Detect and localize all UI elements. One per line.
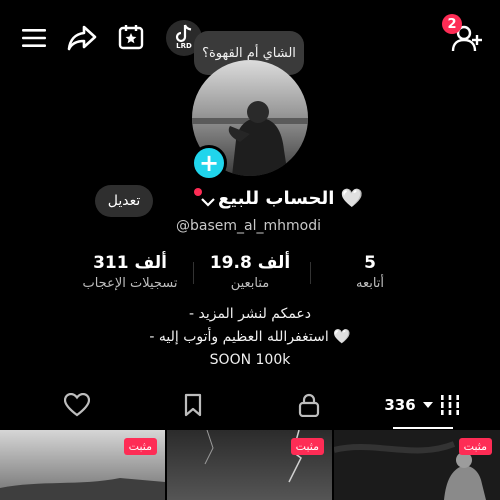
stat-followers-value: 19.8 ألف xyxy=(209,253,291,273)
video-thumbnail[interactable]: مثبت xyxy=(167,430,332,500)
calendar-star-icon[interactable] xyxy=(116,22,146,52)
notification-badge: 2 xyxy=(442,14,462,34)
video-thumbnail[interactable]: مثبت xyxy=(0,430,165,500)
pinned-badge: مثبت xyxy=(290,438,324,455)
username: @basem_al_mhmodi xyxy=(176,218,321,234)
app-badge-label: LRD xyxy=(176,42,192,50)
video-thumbnail[interactable]: مثبت xyxy=(334,430,500,500)
status-bubble-text: الشاي أم القهوة؟ xyxy=(202,45,296,61)
pinned-badge: مثبت xyxy=(123,438,157,455)
active-tab-indicator xyxy=(393,427,453,429)
edit-profile-label: تعديل xyxy=(107,193,141,209)
tab-videos[interactable]: 336 xyxy=(380,390,464,420)
stat-likes-label: تسجيلات الإعجاب xyxy=(82,276,178,291)
edit-profile-button[interactable]: تعديل xyxy=(95,185,153,217)
display-name: الحساب للبيع 🤍 xyxy=(218,188,364,209)
stat-followers-label: متابعين xyxy=(230,276,270,291)
stat-divider xyxy=(193,262,194,284)
bio-line: SOON 100k xyxy=(209,352,291,368)
tab-private[interactable] xyxy=(294,390,324,420)
heart-icon xyxy=(64,393,90,417)
pinned-badge: مثبت xyxy=(458,438,492,455)
stat-following-label: أتابعه xyxy=(355,276,385,291)
tab-saved[interactable] xyxy=(178,390,208,420)
stat-likes-value: 311 ألف xyxy=(93,253,167,273)
menu-icon[interactable] xyxy=(20,24,48,52)
bookmark-icon xyxy=(184,393,202,417)
chevron-down-icon[interactable] xyxy=(199,193,217,211)
caret-down-icon xyxy=(422,402,433,408)
grid-icon xyxy=(439,395,460,415)
bio-line: - استغفرالله العظيم وأتوب إليه 🤍 xyxy=(149,329,351,345)
lock-icon xyxy=(298,393,320,417)
tab-liked[interactable] xyxy=(62,390,92,420)
videos-count: 336 xyxy=(384,396,416,414)
stat-divider xyxy=(310,262,311,284)
bio-line: - دعمكم لنشر المزيد xyxy=(188,306,312,322)
share-icon[interactable] xyxy=(66,22,98,54)
stat-following-value: 5 xyxy=(364,253,376,273)
add-story-button[interactable]: + xyxy=(191,145,227,181)
